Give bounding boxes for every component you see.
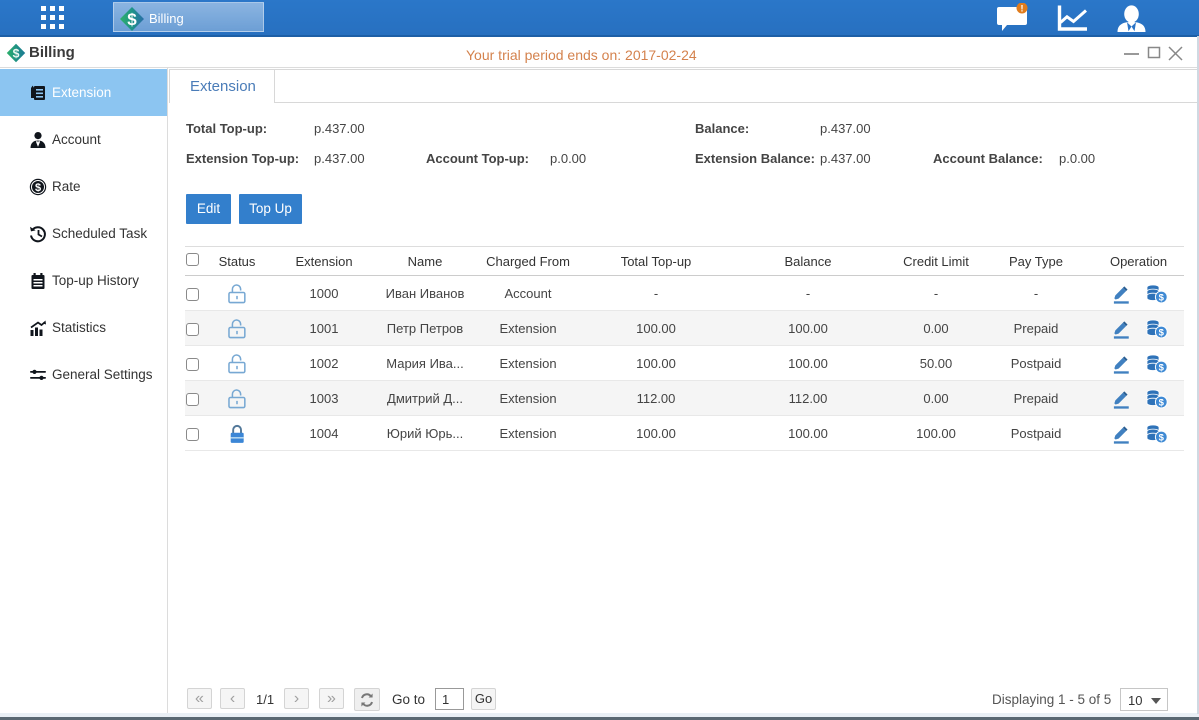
- svg-text:!: !: [1021, 4, 1024, 14]
- svg-text:$: $: [13, 47, 20, 61]
- svg-text:$: $: [127, 10, 137, 29]
- svg-text:$: $: [35, 182, 41, 194]
